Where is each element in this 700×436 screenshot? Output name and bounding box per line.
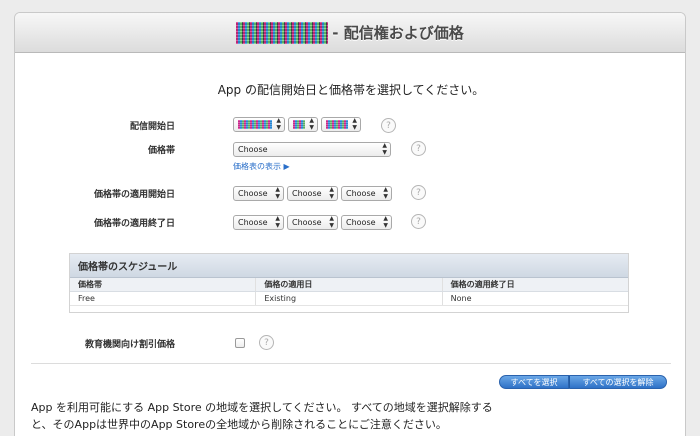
updown-arrows-icon: ▲ ▼ <box>275 186 280 200</box>
territory-instructions-line1: App を利用可能にする App Store の地域を選択してください。 すべて… <box>31 401 493 414</box>
updown-arrows-icon: ▲ ▼ <box>309 117 314 131</box>
start-month-select[interactable]: Choose ▲ ▼ <box>233 186 284 201</box>
help-icon[interactable]: ? <box>411 141 426 156</box>
col-effective-date: 価格の適用日 <box>256 278 443 291</box>
help-icon[interactable]: ? <box>411 185 426 200</box>
updown-arrows-icon: ▲ ▼ <box>382 142 387 156</box>
col-price-tier: 価格帯 <box>70 278 257 291</box>
start-year-select[interactable]: Choose ▲ ▼ <box>341 186 392 201</box>
updown-arrows-icon: ▲ ▼ <box>383 186 388 200</box>
price-tier-value: Choose <box>238 145 268 154</box>
help-icon[interactable]: ? <box>381 118 396 133</box>
price-schedule-table: 価格帯のスケジュール 価格帯 価格の適用日 価格の適用終了日 Free Exis… <box>69 253 629 313</box>
end-day-value: Choose <box>292 218 322 227</box>
territory-button-group: すべてを選択 すべての選択を解除 <box>499 375 667 389</box>
help-icon[interactable]: ? <box>411 214 426 229</box>
start-year-value: Choose <box>346 189 376 198</box>
deselect-all-button[interactable]: すべての選択を解除 <box>569 375 667 389</box>
price-tier-label: 価格帯 <box>147 145 175 156</box>
updown-arrows-icon: ▲ ▼ <box>329 215 334 229</box>
updown-arrows-icon: ▲ ▼ <box>275 215 280 229</box>
end-month-select[interactable]: Choose ▲ ▼ <box>233 215 284 230</box>
end-year-select[interactable]: Choose ▲ ▼ <box>341 215 392 230</box>
price-tier-controls: Choose ▲ ▼ <box>233 142 394 157</box>
territory-instructions: App を利用可能にする App Store の地域を選択してください。 すべて… <box>31 399 511 433</box>
start-date-label: 価格帯の適用開始日 <box>93 189 175 200</box>
table-row: Free Existing None <box>70 292 628 306</box>
col-end-date: 価格の適用終了日 <box>450 280 515 289</box>
help-icon[interactable]: ? <box>259 335 274 350</box>
intro-text: App の配信開始日と価格帯を選択してください。 <box>217 83 485 97</box>
release-day-redacted <box>293 120 305 129</box>
select-all-button[interactable]: すべてを選択 <box>499 375 569 389</box>
updown-arrows-icon: ▲ ▼ <box>383 215 388 229</box>
panel-header: - 配信権および価格 <box>15 13 685 53</box>
end-year-value: Choose <box>346 218 376 227</box>
end-day-select[interactable]: Choose ▲ ▼ <box>287 215 338 230</box>
app-name-redacted <box>236 21 329 44</box>
schedule-header-row: 価格帯 価格の適用日 価格の適用終了日 <box>70 278 628 292</box>
rights-and-pricing-panel: - 配信権および価格 App の配信開始日と価格帯を選択してください。 配信開始… <box>14 12 686 436</box>
start-day-value: Choose <box>292 189 322 198</box>
start-date-controls: Choose ▲ ▼ Choose ▲ ▼ Choose ▲ ▼ <box>233 186 395 201</box>
end-month-value: Choose <box>238 218 268 227</box>
price-tier-select[interactable]: Choose ▲ ▼ <box>233 142 391 157</box>
release-month-redacted <box>238 120 272 129</box>
view-price-matrix-link[interactable]: 価格表の表示 ▶ <box>233 161 290 172</box>
release-date-label: 配信開始日 <box>129 121 175 132</box>
end-date-controls: Choose ▲ ▼ Choose ▲ ▼ Choose ▲ ▼ <box>233 215 395 230</box>
cell-price-tier: Free <box>70 292 257 305</box>
release-year-select[interactable]: ▲ ▼ <box>321 117 361 132</box>
release-year-redacted <box>326 120 348 129</box>
section-divider <box>31 363 671 364</box>
cell-effective-date: Existing <box>256 292 443 305</box>
education-discount-label: 教育機関向け割引価格 <box>84 339 175 350</box>
end-date-label: 価格帯の適用終了日 <box>93 218 175 229</box>
education-discount-checkbox[interactable] <box>235 338 245 348</box>
start-month-value: Choose <box>238 189 268 198</box>
release-month-select[interactable]: ▲ ▼ <box>233 117 285 132</box>
release-date-controls: ▲ ▼ ▲ ▼ ▲ ▼ <box>233 117 364 132</box>
territory-instructions-line2: と、そのAppは世界中のApp Storeの全地域から削除されることにご注意くだ… <box>31 418 447 431</box>
cell-end-date: None <box>450 294 472 303</box>
schedule-title: 価格帯のスケジュール <box>70 254 628 278</box>
updown-arrows-icon: ▲ ▼ <box>352 117 357 131</box>
release-day-select[interactable]: ▲ ▼ <box>288 117 318 132</box>
updown-arrows-icon: ▲ ▼ <box>329 186 334 200</box>
updown-arrows-icon: ▲ ▼ <box>276 117 281 131</box>
start-day-select[interactable]: Choose ▲ ▼ <box>287 186 338 201</box>
page-title: - 配信権および価格 <box>332 24 464 42</box>
